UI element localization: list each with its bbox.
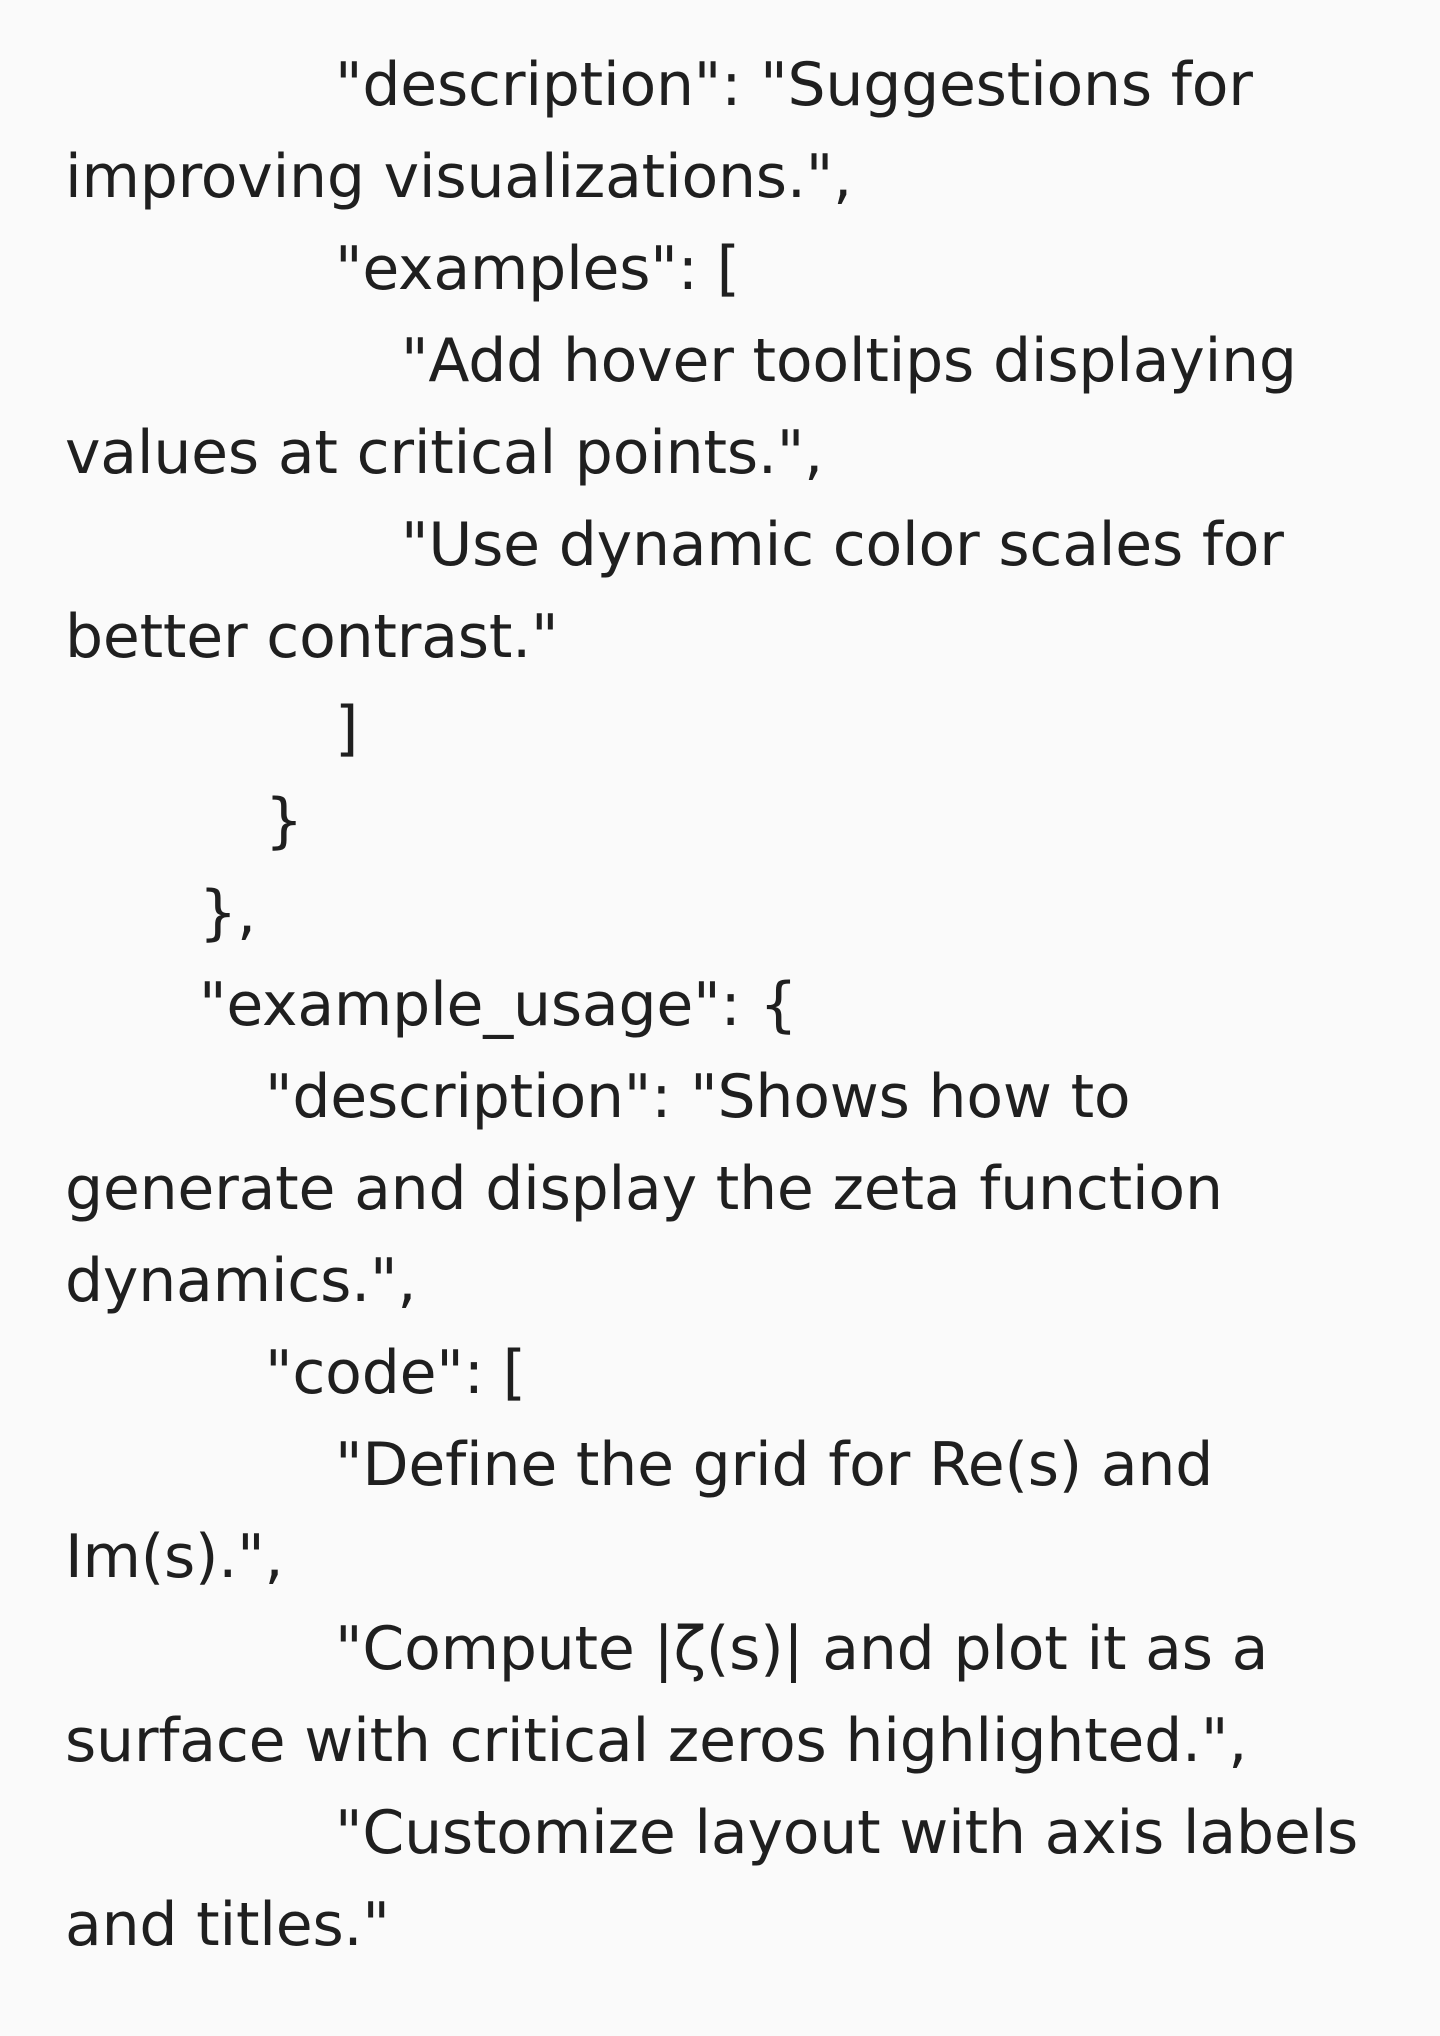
text-line: }, [199, 878, 256, 948]
text-line: "code": [ [265, 1338, 526, 1408]
text-line: "Compute |ζ(s)| and plot it as a [335, 1614, 1269, 1684]
text-line: and titles." [65, 1890, 390, 1960]
text-line: generate and display the zeta function [65, 1154, 1223, 1224]
text-line: surface with critical zeros highlighted.… [65, 1706, 1248, 1776]
text-line: ] [335, 694, 359, 764]
text-line: Im(s).", [65, 1522, 284, 1592]
text-line: "Use dynamic color scales for [401, 510, 1284, 580]
text-line: "Customize layout with axis labels [335, 1798, 1359, 1868]
text-line: "description": "Shows how to [265, 1062, 1131, 1132]
text-line: values at critical points.", [65, 418, 824, 488]
text-line: "example_usage": { [199, 970, 798, 1040]
text-line: } [265, 786, 303, 856]
text-line: "examples": [ [335, 234, 740, 304]
text-line: "Add hover tooltips displaying [401, 326, 1297, 396]
text-line: "description": "Suggestions for [335, 50, 1253, 120]
text-line: improving visualizations.", [65, 142, 852, 212]
document-text: "description": "Suggestions for improvin… [0, 0, 1440, 2036]
text-line: "Define the grid for Re(s) and [335, 1430, 1214, 1500]
text-line: better contrast." [65, 602, 559, 672]
text-line: dynamics.", [65, 1246, 417, 1316]
